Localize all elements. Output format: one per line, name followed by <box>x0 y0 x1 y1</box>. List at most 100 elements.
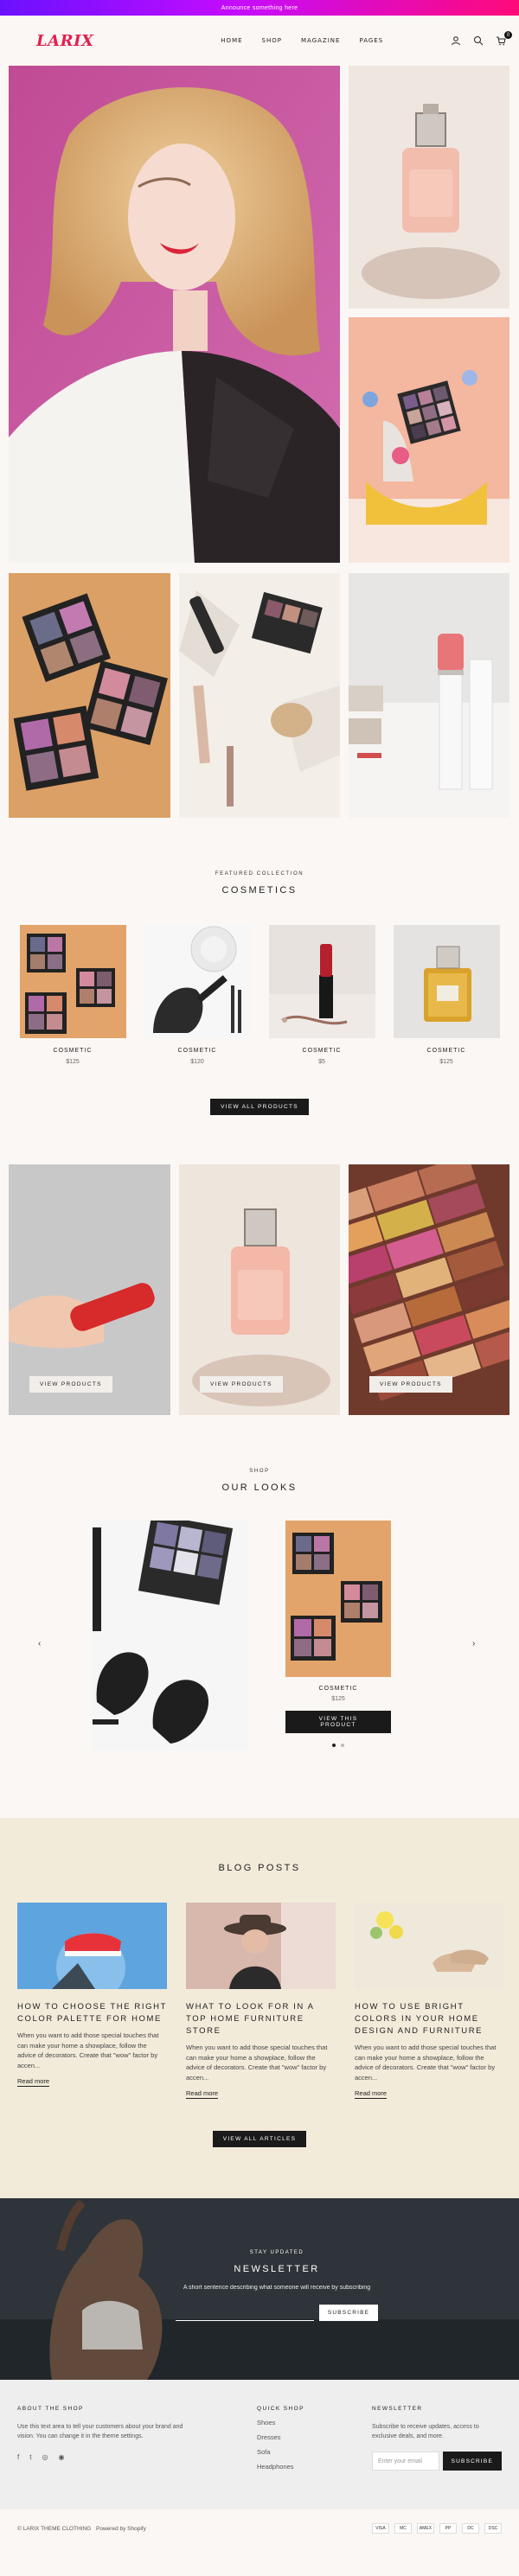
product-card[interactable]: COSMETIC $5 <box>268 925 375 1065</box>
nav-magazine[interactable]: MAGAZINE <box>301 37 340 44</box>
carousel-dot-active[interactable] <box>332 1744 336 1747</box>
footer-about: ABOUT THE SHOP Use this text area to tel… <box>17 2406 190 2461</box>
looks-eyebrow: SHOP <box>249 1469 270 1474</box>
paypal-icon: PP <box>439 2523 457 2534</box>
footer-email-input[interactable]: Enter your email <box>372 2452 439 2471</box>
featured-eyebrow: FEATURED COLLECTION <box>215 871 304 877</box>
footer-about-text: Use this text area to tell your customer… <box>17 2424 183 2439</box>
footer-subscribe-button[interactable]: SUBSCRIBE <box>442 2452 502 2471</box>
view-products-button[interactable]: VIEW PRODUCTS <box>29 1376 112 1393</box>
view-all-articles-button[interactable]: VIEW ALL ARTICLES <box>212 2131 307 2147</box>
hero-model-image[interactable] <box>9 66 340 563</box>
pinterest-icon[interactable]: ◉ <box>58 2453 64 2461</box>
footer-bottom-bar: © LARIX THEME CLOTHING Powered by Shopif… <box>0 2509 519 2547</box>
product-name[interactable]: COSMETIC <box>269 1048 375 1054</box>
looks-carousel: ‹ COSMETIC $125 VIEW THIS PRODUCT › <box>0 1521 519 1780</box>
blog-post-card[interactable]: WHAT TO LOOK FOR IN A TOP HOME FURNITURE… <box>186 1903 336 2100</box>
visa-icon: VISA <box>372 2523 389 2534</box>
footer-link-dresses[interactable]: Dresses <box>257 2433 361 2441</box>
newsletter-eyebrow: STAY UPDATED <box>249 2250 304 2255</box>
carousel-dots <box>285 1744 391 1747</box>
main-nav: HOME SHOP MAGAZINE PAGES <box>221 37 383 44</box>
carousel-next-icon[interactable]: › <box>472 1639 475 1648</box>
blog-post-title[interactable]: HOW TO CHOOSE THE RIGHT COLOR PALETTE FO… <box>17 2001 167 2025</box>
carousel-prev-icon[interactable]: ‹ <box>38 1639 41 1648</box>
product-image[interactable] <box>144 925 251 1038</box>
product-card[interactable]: COSMETIC $120 <box>144 925 251 1065</box>
newsletter-text: A short sentence describing what someone… <box>183 2285 371 2291</box>
collection-lipstick-tile[interactable]: VIEW PRODUCTS <box>9 1164 170 1415</box>
hero-mosaic <box>0 66 519 818</box>
collection-tiles: VIEW PRODUCTS VIEW PRODUCTS VIEW PRODUCT… <box>0 1164 519 1415</box>
newsletter-email-input[interactable] <box>175 2305 314 2321</box>
view-products-button[interactable]: VIEW PRODUCTS <box>369 1376 452 1393</box>
collection-palette-tile[interactable]: VIEW PRODUCTS <box>349 1164 509 1415</box>
view-all-products-button[interactable]: VIEW ALL PRODUCTS <box>210 1099 309 1115</box>
read-more-link[interactable]: Read more <box>186 2089 219 2099</box>
read-more-link[interactable]: Read more <box>355 2089 388 2099</box>
blog-post-excerpt: When you want to add those special touch… <box>186 2044 328 2082</box>
product-card[interactable]: COSMETIC $125 <box>19 925 126 1065</box>
nav-pages[interactable]: PAGES <box>359 37 383 44</box>
read-more-link[interactable]: Read more <box>17 2077 50 2087</box>
view-products-button[interactable]: VIEW PRODUCTS <box>200 1376 283 1393</box>
product-price: $125 <box>66 1059 80 1065</box>
cart-count-badge: 0 <box>504 31 512 39</box>
product-image[interactable] <box>268 925 375 1038</box>
blog-post-title[interactable]: WHAT TO LOOK FOR IN A TOP HOME FURNITURE… <box>186 2001 336 2037</box>
logo[interactable]: LARIX <box>36 32 93 50</box>
product-image[interactable] <box>393 925 500 1038</box>
twitter-icon[interactable]: t <box>29 2453 31 2461</box>
diners-icon: DC <box>462 2523 479 2534</box>
product-price: $125 <box>439 1059 453 1065</box>
featured-collection: FEATURED COLLECTION COSMETICS COSMETIC $… <box>0 871 519 1115</box>
footer-link-sofa[interactable]: Sofa <box>257 2448 361 2456</box>
look-image[interactable] <box>93 1521 248 1750</box>
footer-link-headphones[interactable]: Headphones <box>257 2463 361 2471</box>
product-card[interactable]: COSMETIC $125 <box>393 925 500 1065</box>
newsletter-subscribe-button[interactable]: SUBSCRIBE <box>318 2305 379 2321</box>
facebook-icon[interactable]: f <box>17 2453 19 2461</box>
newsletter-form: SUBSCRIBE <box>173 2305 381 2321</box>
carousel-dot[interactable] <box>341 1744 344 1747</box>
blog-post-image[interactable] <box>355 1903 504 1989</box>
look-product-name[interactable]: COSMETIC <box>285 1686 391 1692</box>
palette-sculpture-image[interactable] <box>349 317 509 563</box>
blog-post-title[interactable]: HOW TO USE BRIGHT COLORS IN YOUR HOME DE… <box>355 2001 504 2037</box>
product-name[interactable]: COSMETIC <box>20 1048 126 1054</box>
product-name[interactable]: COSMETIC <box>394 1048 500 1054</box>
lipstick-image[interactable] <box>349 573 509 818</box>
amex-icon: AMEX <box>417 2523 434 2534</box>
footer-newsletter: NEWSLETTER Subscribe to receive updates,… <box>372 2406 502 2471</box>
product-image[interactable] <box>19 925 126 1038</box>
blog-post-card[interactable]: HOW TO USE BRIGHT COLORS IN YOUR HOME DE… <box>355 1903 504 2100</box>
cart-icon[interactable]: 0 <box>495 31 512 47</box>
footer-news-text: Subscribe to receive updates, access to … <box>372 2424 479 2439</box>
instagram-icon[interactable]: ◎ <box>42 2453 48 2461</box>
newsletter-content: STAY UPDATED NEWSLETTER A short sentence… <box>173 2250 381 2321</box>
blog-section: BLOG POSTS HOW TO CHOOSE THE RIGHT COLOR… <box>0 1818 519 2198</box>
blog-post-image[interactable] <box>186 1903 336 1989</box>
nav-home[interactable]: HOME <box>221 37 242 44</box>
search-icon[interactable] <box>472 35 484 47</box>
look-product-image[interactable] <box>285 1521 391 1677</box>
perfume-image[interactable] <box>349 66 509 309</box>
collection-perfume-tile[interactable]: VIEW PRODUCTS <box>179 1164 340 1415</box>
makeup-flatlay-image[interactable] <box>179 573 340 818</box>
blog-post-image[interactable] <box>17 1903 167 1989</box>
product-price: $5 <box>318 1059 325 1065</box>
eyeshadow-palettes-image[interactable] <box>9 573 170 818</box>
footer-link-shoes[interactable]: Shoes <box>257 2419 361 2426</box>
footer-quick-title: QUICK SHOP <box>257 2406 304 2412</box>
footer-about-title: ABOUT THE SHOP <box>17 2406 84 2412</box>
blog-post-card[interactable]: HOW TO CHOOSE THE RIGHT COLOR PALETTE FO… <box>17 1903 167 2100</box>
product-name[interactable]: COSMETIC <box>144 1048 251 1054</box>
announcement-bar: Announce something here <box>0 0 519 16</box>
account-icon[interactable] <box>450 35 462 47</box>
social-links: f t ◎ ◉ <box>17 2453 190 2461</box>
view-this-product-button[interactable]: VIEW THIS PRODUCT <box>285 1711 391 1733</box>
header-icons: 0 <box>450 31 512 47</box>
powered-by[interactable]: Powered by Shopify <box>96 2526 146 2532</box>
looks-title: OUR LOOKS <box>221 1482 298 1493</box>
nav-shop[interactable]: SHOP <box>262 37 282 44</box>
